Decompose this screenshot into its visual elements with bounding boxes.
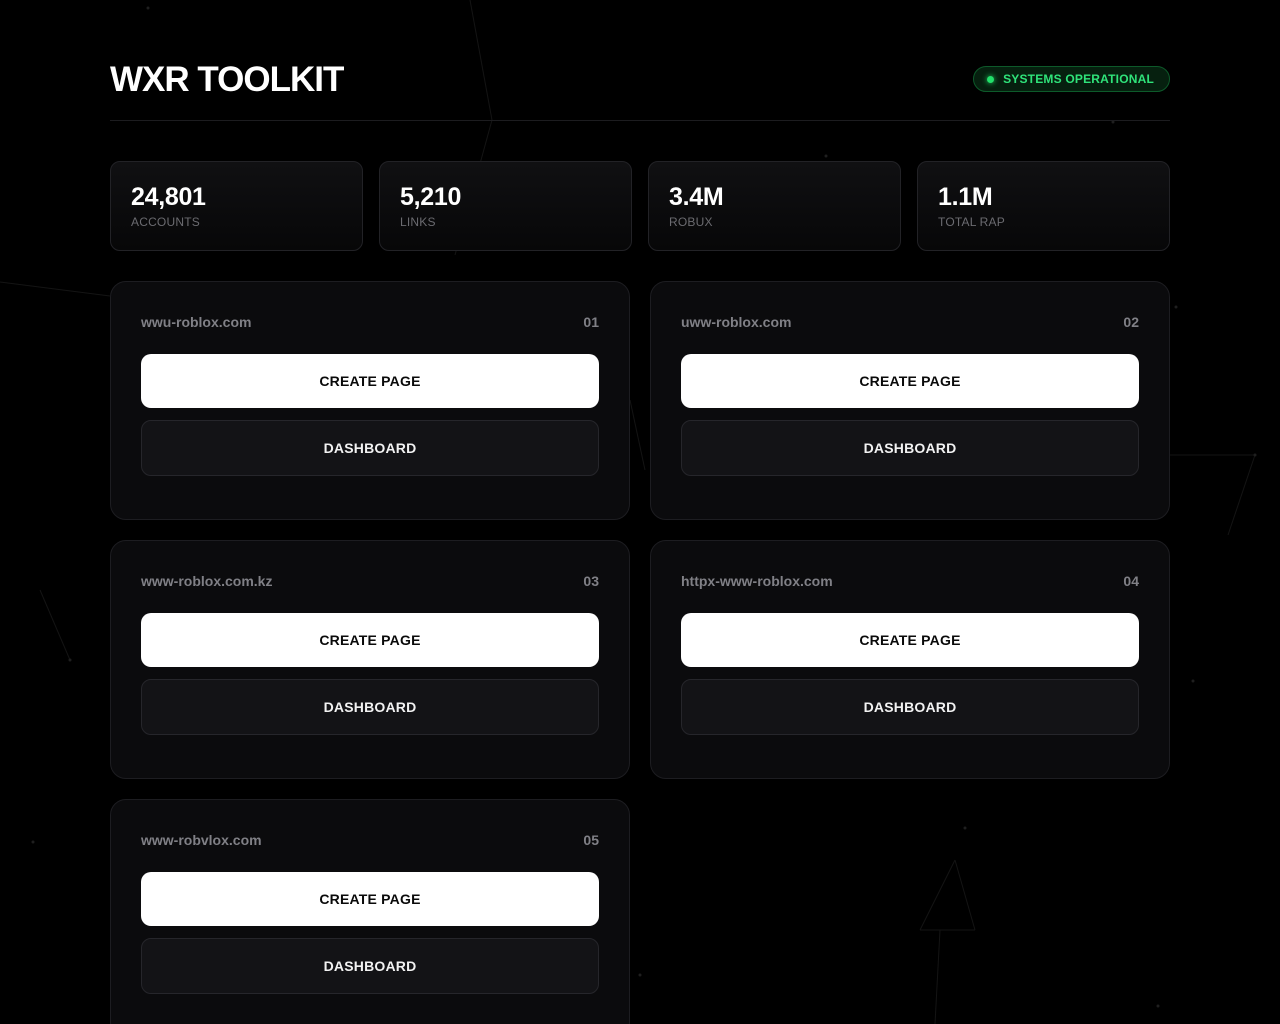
- status-badge: SYSTEMS OPERATIONAL: [973, 66, 1170, 92]
- site-card-header: httpx-www-roblox.com 04: [681, 572, 1139, 590]
- create-page-button[interactable]: CREATE PAGE: [141, 613, 599, 667]
- stat-card-accounts: 24,801 ACCOUNTS: [110, 161, 363, 251]
- dashboard-button[interactable]: DASHBOARD: [141, 679, 599, 735]
- dashboard-button[interactable]: DASHBOARD: [681, 420, 1139, 476]
- dashboard-button[interactable]: DASHBOARD: [681, 679, 1139, 735]
- site-card-02: uww-roblox.com 02 CREATE PAGE DASHBOARD: [650, 281, 1170, 520]
- site-card-05: www-robvlox.com 05 CREATE PAGE DASHBOARD: [110, 799, 630, 1024]
- site-card-header: wwu-roblox.com 01: [141, 313, 599, 331]
- stat-card-robux: 3.4M ROBUX: [648, 161, 901, 251]
- stat-card-total-rap: 1.1M TOTAL RAP: [917, 161, 1170, 251]
- site-domain: www-roblox.com.kz: [141, 573, 273, 589]
- site-card-01: wwu-roblox.com 01 CREATE PAGE DASHBOARD: [110, 281, 630, 520]
- site-domain: httpx-www-roblox.com: [681, 573, 833, 589]
- stat-label: ROBUX: [669, 215, 713, 229]
- site-number: 01: [583, 314, 599, 330]
- stat-value: 1.1M: [938, 183, 993, 211]
- site-domain: www-robvlox.com: [141, 832, 262, 848]
- site-number: 05: [583, 832, 599, 848]
- site-domain: uww-roblox.com: [681, 314, 792, 330]
- site-domain: wwu-roblox.com: [141, 314, 252, 330]
- site-number: 04: [1123, 573, 1139, 589]
- site-number: 02: [1123, 314, 1139, 330]
- stat-label: LINKS: [400, 215, 436, 229]
- site-card-04: httpx-www-roblox.com 04 CREATE PAGE DASH…: [650, 540, 1170, 779]
- stat-label: TOTAL RAP: [938, 215, 1005, 229]
- dashboard-button[interactable]: DASHBOARD: [141, 420, 599, 476]
- dashboard-button[interactable]: DASHBOARD: [141, 938, 599, 994]
- site-card-header: www-robvlox.com 05: [141, 831, 599, 849]
- stat-value: 24,801: [131, 183, 206, 211]
- header: WXR TOOLKIT SYSTEMS OPERATIONAL: [110, 52, 1170, 121]
- create-page-button[interactable]: CREATE PAGE: [681, 613, 1139, 667]
- site-number: 03: [583, 573, 599, 589]
- site-card-header: uww-roblox.com 02: [681, 313, 1139, 331]
- stat-label: ACCOUNTS: [131, 215, 200, 229]
- page-title: WXR TOOLKIT: [110, 60, 344, 99]
- stat-value: 3.4M: [669, 183, 724, 211]
- stats-row: 24,801 ACCOUNTS 5,210 LINKS 3.4M ROBUX 1…: [110, 161, 1170, 251]
- site-card-03: www-roblox.com.kz 03 CREATE PAGE DASHBOA…: [110, 540, 630, 779]
- status-text: SYSTEMS OPERATIONAL: [1003, 72, 1154, 86]
- site-cards-grid: wwu-roblox.com 01 CREATE PAGE DASHBOARD …: [110, 281, 1170, 1024]
- create-page-button[interactable]: CREATE PAGE: [141, 872, 599, 926]
- create-page-button[interactable]: CREATE PAGE: [141, 354, 599, 408]
- create-page-button[interactable]: CREATE PAGE: [681, 354, 1139, 408]
- status-dot-icon: [987, 75, 995, 83]
- stat-card-links: 5,210 LINKS: [379, 161, 632, 251]
- site-card-header: www-roblox.com.kz 03: [141, 572, 599, 590]
- stat-value: 5,210: [400, 183, 462, 211]
- page: WXR TOOLKIT SYSTEMS OPERATIONAL 24,801 A…: [0, 0, 1280, 1024]
